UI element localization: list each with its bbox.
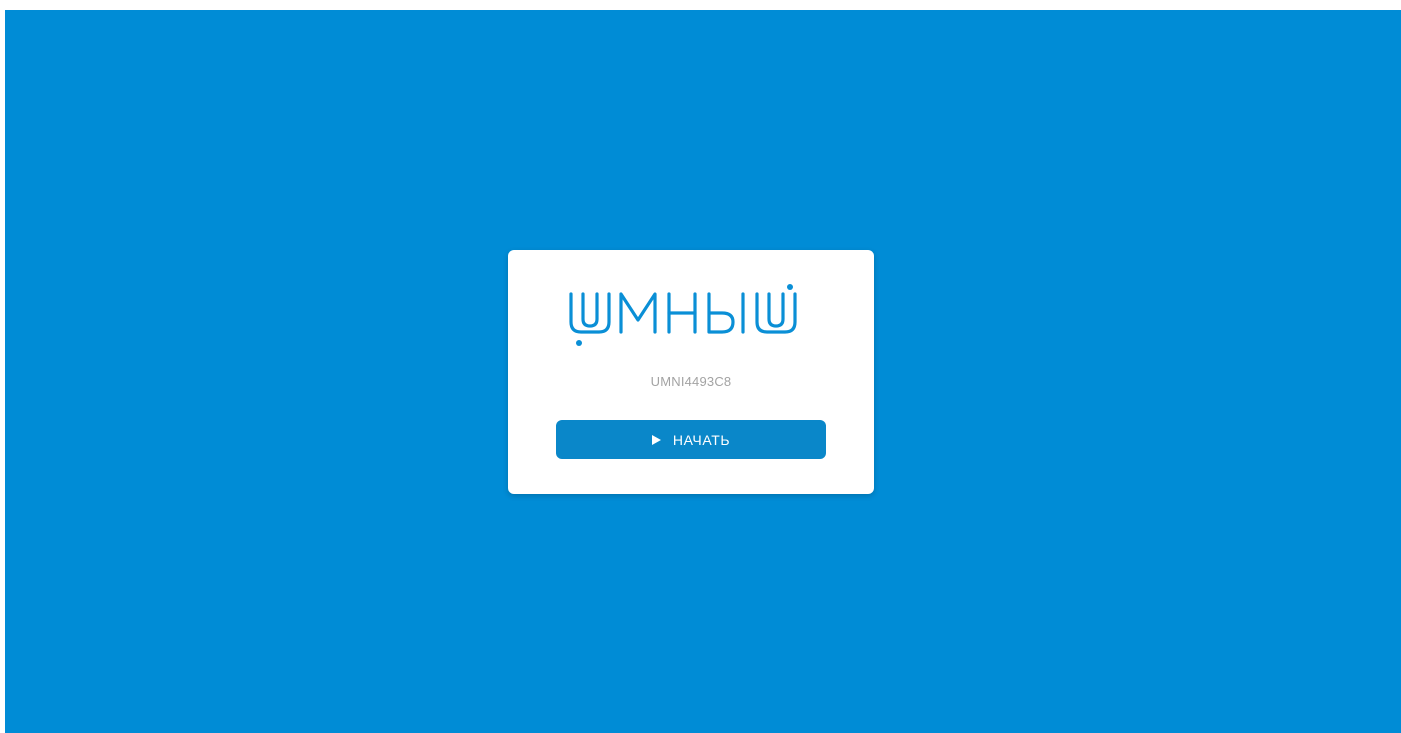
- start-button[interactable]: НАЧАТЬ: [556, 420, 826, 459]
- start-button-label: НАЧАТЬ: [672, 431, 731, 448]
- welcome-card: UMNI4493C8 НАЧАТЬ: [508, 250, 874, 494]
- brand-logo: [565, 284, 817, 362]
- play-icon: [651, 435, 661, 445]
- device-id: UMNI4493C8: [650, 374, 732, 389]
- page-background: UMNI4493C8 НАЧАТЬ: [5, 10, 1401, 733]
- umnyi-logo-icon: [569, 284, 797, 346]
